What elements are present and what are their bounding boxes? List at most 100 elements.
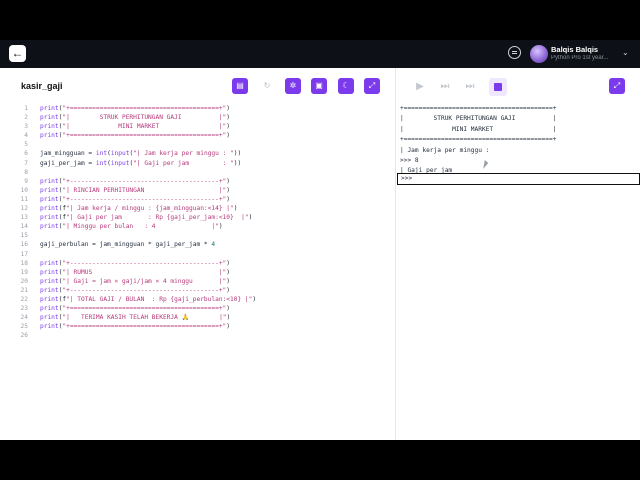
expand-icon[interactable]: ⤢: [609, 78, 625, 94]
code-text[interactable]: print("+--------------------------------…: [40, 259, 230, 268]
code-line[interactable]: 20 print("| Gaji = jam × gaji/jam × 4 min…: [0, 277, 395, 286]
code-line[interactable]: 13 print(f"| Gaji per jam : Rp {gaji_per_…: [0, 213, 395, 222]
code-text[interactable]: print("| STRUK PERHITUNGAN GAJI |"): [40, 113, 230, 122]
chat-bubble-icon[interactable]: [508, 46, 521, 59]
console-line: +=======================================…: [400, 105, 557, 112]
line-number: 4: [24, 132, 28, 140]
console-line: | MINI MARKET |: [400, 125, 557, 133]
line-number: 17: [20, 250, 28, 258]
code-line[interactable]: 2 print("| STRUK PERHITUNGAN GAJI |"): [0, 113, 395, 122]
console-line: | STRUK PERHITUNGAN GAJI |: [400, 115, 557, 123]
console-panel: ▶ ⏭ ⏭ ⤢ +===============================…: [395, 68, 640, 440]
code-line[interactable]: 16 gaji_perbulan = jam_mingguan * gaji_pe…: [0, 240, 395, 249]
console-line: +=======================================…: [400, 136, 557, 144]
code-line[interactable]: 10 print("| RINCIAN PERHITUNGAN |"): [0, 186, 395, 195]
code-text[interactable]: print("| Gaji = jam × gaji/jam × 4 mingg…: [40, 277, 230, 286]
line-number: 15: [20, 232, 28, 240]
line-number: 19: [20, 268, 28, 276]
code-text[interactable]: print(f"| TOTAL GAJI / BULAN : Rp {gaji_…: [40, 295, 256, 304]
code-line[interactable]: 5: [0, 140, 395, 149]
code-line[interactable]: 19 print("| RUMUS |"): [0, 268, 395, 277]
code-line[interactable]: 18 print("+------------------------------…: [0, 259, 395, 268]
top-bar: ← Balqis Balqis Python Pro 1st year... ⌄: [0, 40, 640, 68]
code-lines[interactable]: 1 print("+===============================…: [0, 104, 395, 340]
user-plan: Python Pro 1st year...: [551, 55, 609, 61]
file-name: kasir_gaji: [21, 81, 63, 91]
code-line[interactable]: 6 jam_mingguan = int(input("| Jam kerja p…: [0, 149, 395, 158]
line-number: 11: [20, 195, 28, 203]
code-line[interactable]: 7 gaji_per_jam = int(input("| Gaji per ja…: [0, 159, 395, 168]
line-number: 10: [20, 186, 28, 194]
back-button[interactable]: ←: [9, 45, 26, 62]
avatar[interactable]: [530, 45, 548, 63]
line-number: 7: [24, 159, 28, 167]
console-line: | Jam kerja per minggu :: [400, 146, 494, 154]
code-text[interactable]: print(f"| Gaji per jam : Rp {gaji_per_ja…: [40, 213, 252, 222]
console-prompt: >>>: [401, 175, 413, 182]
stop-button[interactable]: [489, 78, 507, 96]
code-line[interactable]: 4 print("+===============================…: [0, 131, 395, 140]
line-number: 13: [20, 214, 28, 222]
code-line[interactable]: 8: [0, 168, 395, 177]
line-number: 9: [24, 177, 28, 185]
code-line[interactable]: 12 print(f"| Jam kerja / minggu : {jam_mi…: [0, 204, 395, 213]
code-text[interactable]: print("+================================…: [40, 131, 230, 140]
code-text[interactable]: print("+================================…: [40, 104, 230, 113]
code-text[interactable]: print("+================================…: [40, 322, 230, 331]
code-text[interactable]: print("| TERIMA KASIH TELAH BEKERJA 🙏 |"…: [40, 313, 230, 322]
code-text[interactable]: print("| Minggu per bulan : 4 |"): [40, 222, 223, 231]
code-editor: kasir_gaji ▤ ↻ ✲ ▣ ☾ ⤢ 1 print("+========…: [0, 68, 395, 440]
settings-icon[interactable]: ✲: [285, 78, 301, 94]
save-icon[interactable]: ▣: [311, 78, 327, 94]
step-forward-icon[interactable]: ⏭: [438, 80, 452, 94]
console-input[interactable]: >>>: [397, 173, 640, 185]
code-text[interactable]: print("| RINCIAN PERHITUNGAN |"): [40, 186, 230, 195]
code-line[interactable]: 17: [0, 250, 395, 259]
code-line[interactable]: 25 print("+==============================…: [0, 322, 395, 331]
code-line[interactable]: 23 print("+==============================…: [0, 304, 395, 313]
mouse-cursor: [484, 160, 490, 169]
clipboard-icon[interactable]: ▤: [232, 78, 248, 94]
line-number: 21: [20, 286, 28, 294]
line-number: 12: [20, 205, 28, 213]
line-number: 22: [20, 295, 28, 303]
line-number: 1: [24, 105, 28, 112]
code-text[interactable]: print("+--------------------------------…: [40, 286, 230, 295]
code-text[interactable]: print("+--------------------------------…: [40, 195, 230, 204]
line-number: 6: [24, 150, 28, 158]
code-text[interactable]: print("| RUMUS |"): [40, 268, 230, 277]
code-line[interactable]: 26: [0, 331, 395, 340]
code-line[interactable]: 11 print("+------------------------------…: [0, 195, 395, 204]
code-line[interactable]: 3 print("| MINI MARKET |"): [0, 122, 395, 131]
code-line[interactable]: 14 print("| Minggu per bulan : 4 |"): [0, 222, 395, 231]
dark-mode-icon[interactable]: ☾: [338, 78, 354, 94]
code-text[interactable]: print("| MINI MARKET |"): [40, 122, 230, 131]
line-number: 16: [20, 241, 28, 249]
fullscreen-icon[interactable]: ⤢: [364, 78, 380, 94]
skip-end-icon[interactable]: ⏭: [463, 80, 477, 94]
code-text[interactable]: gaji_perbulan = jam_mingguan * gaji_per_…: [40, 240, 215, 249]
code-line[interactable]: 1 print("+===============================…: [0, 104, 395, 113]
code-line[interactable]: 9 print("+-------------------------------…: [0, 177, 395, 186]
line-number: 14: [20, 223, 28, 231]
code-text[interactable]: print(f"| Jam kerja / minggu : {jam_ming…: [40, 204, 237, 213]
code-text[interactable]: print("+--------------------------------…: [40, 177, 230, 186]
line-number: 23: [20, 305, 28, 313]
line-number: 18: [20, 259, 28, 267]
code-text[interactable]: jam_mingguan = int(input("| Jam kerja pe…: [40, 149, 241, 158]
chevron-down-icon[interactable]: ⌄: [622, 48, 629, 57]
undo-icon[interactable]: ↻: [259, 78, 275, 94]
user-name[interactable]: Balqis Balqis: [551, 45, 598, 54]
line-number: 25: [20, 323, 28, 331]
code-line[interactable]: 24 print("| TERIMA KASIH TELAH BEKERJA 🙏 …: [0, 313, 395, 322]
play-icon[interactable]: ▶: [413, 80, 427, 94]
app-frame: ← Balqis Balqis Python Pro 1st year... ⌄…: [0, 0, 640, 480]
arrow-left-icon: ←: [11, 46, 24, 60]
code-line[interactable]: 21 print("+------------------------------…: [0, 286, 395, 295]
code-text[interactable]: gaji_per_jam = int(input("| Gaji per jam…: [40, 159, 241, 168]
line-number: 26: [20, 332, 28, 340]
code-line[interactable]: 15: [0, 231, 395, 240]
code-text[interactable]: print("+================================…: [40, 304, 230, 313]
line-number: 2: [24, 114, 28, 122]
code-line[interactable]: 22 print(f"| TOTAL GAJI / BULAN : Rp {gaj…: [0, 295, 395, 304]
